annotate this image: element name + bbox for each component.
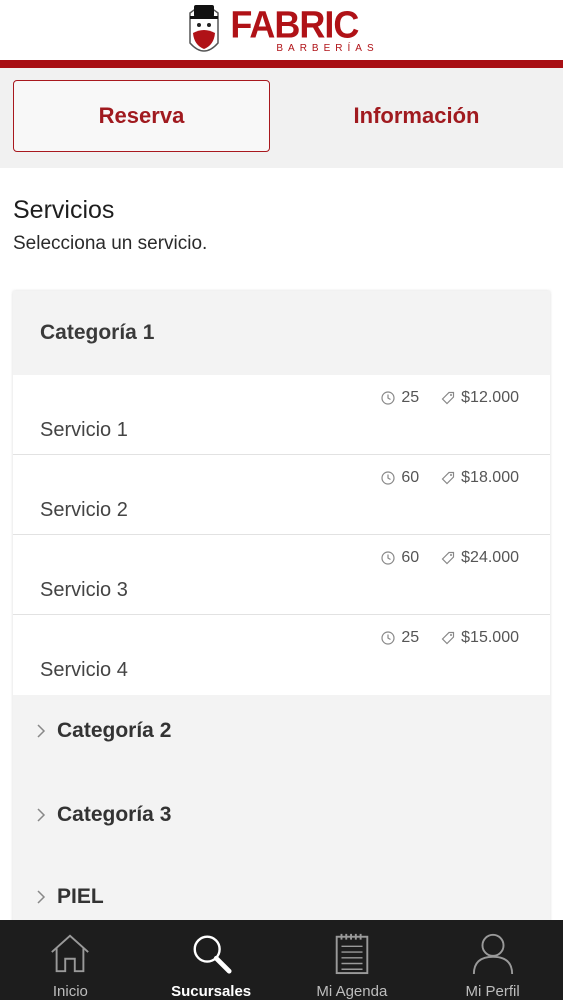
tab-reserva[interactable]: Reserva bbox=[13, 80, 270, 152]
category-header-1[interactable]: Categoría 1 bbox=[40, 321, 154, 345]
nav-label: Sucursales bbox=[171, 983, 252, 1000]
clock-icon bbox=[381, 471, 395, 485]
nav-label: Mi Perfil bbox=[465, 983, 520, 1000]
bottom-nav: Inicio Sucursales Mi Agenda Mi Perfil bbox=[0, 920, 563, 1000]
clock-icon bbox=[381, 391, 395, 405]
price-tag-icon bbox=[441, 631, 455, 645]
service-name: Servicio 3 bbox=[40, 579, 128, 601]
service-meta: 60 $18.000 bbox=[381, 469, 519, 487]
service-price: $15.000 bbox=[461, 629, 519, 646]
category-header-piel[interactable]: PIEL bbox=[35, 885, 104, 909]
service-price: $18.000 bbox=[461, 469, 519, 486]
category-label: Categoría 3 bbox=[57, 803, 172, 826]
page-title: Servicios bbox=[13, 196, 115, 224]
header-divider bbox=[0, 60, 563, 68]
clock-icon bbox=[381, 631, 395, 645]
price-tag-icon bbox=[441, 391, 455, 405]
brand-name: FABRIC bbox=[230, 2, 359, 46]
nav-mi-agenda[interactable]: Mi Agenda bbox=[282, 920, 423, 1000]
nav-mi-perfil[interactable]: Mi Perfil bbox=[422, 920, 563, 1000]
service-row[interactable]: 25 $15.000 Servicio 4 bbox=[13, 615, 550, 695]
service-duration: 60 bbox=[401, 469, 420, 486]
service-meta: 60 $24.000 bbox=[381, 549, 519, 567]
service-row[interactable]: 60 $18.000 Servicio 2 bbox=[13, 455, 550, 535]
category-header-2[interactable]: Categoría 2 bbox=[35, 719, 171, 743]
service-name: Servicio 2 bbox=[40, 499, 128, 521]
service-price: $12.000 bbox=[461, 389, 519, 406]
service-row[interactable]: 25 $12.000 Servicio 1 bbox=[13, 375, 550, 455]
chevron-right-icon bbox=[37, 724, 46, 738]
category-label: PIEL bbox=[57, 885, 104, 908]
nav-inicio[interactable]: Inicio bbox=[0, 920, 141, 1000]
service-name: Servicio 1 bbox=[40, 419, 128, 441]
page-subtitle: Selecciona un servicio. bbox=[13, 233, 208, 254]
nav-sucursales[interactable]: Sucursales bbox=[141, 920, 282, 1000]
chevron-right-icon bbox=[37, 808, 46, 822]
service-name: Servicio 4 bbox=[40, 659, 128, 681]
service-meta: 25 $15.000 bbox=[381, 629, 519, 647]
agenda-icon bbox=[335, 933, 369, 975]
tab-bar: Reserva Información bbox=[0, 68, 563, 168]
home-icon bbox=[51, 934, 90, 973]
nav-label: Mi Agenda bbox=[316, 983, 388, 1000]
app-header: FABRIC BARBERÍAS bbox=[0, 0, 563, 60]
search-icon bbox=[193, 935, 232, 974]
nav-label: Inicio bbox=[52, 983, 88, 1000]
price-tag-icon bbox=[441, 471, 455, 485]
service-duration: 25 bbox=[401, 389, 420, 406]
service-price: $24.000 bbox=[461, 549, 519, 566]
service-duration: 60 bbox=[401, 549, 420, 566]
service-meta: 25 $12.000 bbox=[381, 389, 519, 407]
service-row[interactable]: 60 $24.000 Servicio 3 bbox=[13, 535, 550, 615]
barber-mascot-icon bbox=[189, 5, 220, 52]
services-card: Categoría 1 25 $12.000 Servicio 1 60 $18… bbox=[13, 291, 550, 931]
user-icon bbox=[472, 933, 513, 975]
category-header-3[interactable]: Categoría 3 bbox=[35, 803, 171, 827]
chevron-right-icon bbox=[37, 890, 46, 904]
price-tag-icon bbox=[441, 551, 455, 565]
category-label: Categoría 2 bbox=[57, 719, 172, 742]
tab-informacion[interactable]: Información bbox=[288, 80, 545, 152]
service-duration: 25 bbox=[401, 629, 420, 646]
clock-icon bbox=[381, 551, 395, 565]
brand-logo: FABRIC BARBERÍAS bbox=[184, 3, 378, 57]
